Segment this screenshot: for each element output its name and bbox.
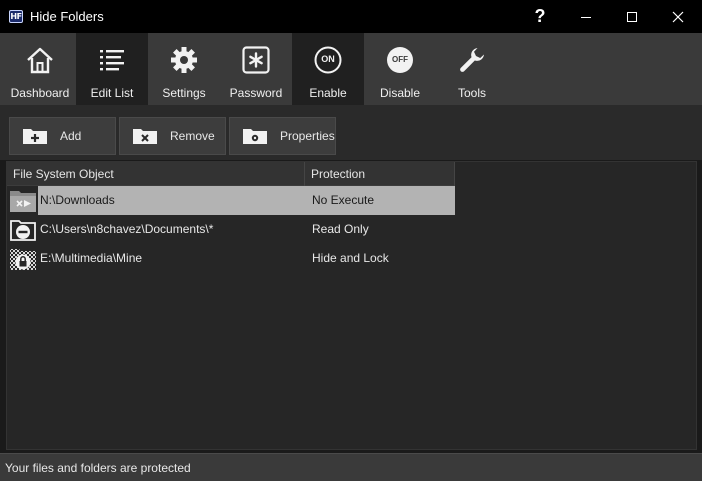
read-only-folder-icon: [10, 220, 36, 241]
minimize-button[interactable]: [563, 0, 609, 33]
hidden-locked-folder-icon: [10, 249, 36, 270]
toolbar-disable-label: Disable: [379, 86, 421, 100]
no-execute-folder-icon: [10, 191, 36, 212]
toolbar-enable-label: Enable: [309, 86, 347, 100]
minimize-icon: [581, 16, 591, 18]
properties-button[interactable]: Properties: [229, 117, 336, 155]
item-path: E:\Multimedia\Mine: [40, 251, 143, 265]
title-bar: HF Hide Folders ?: [0, 0, 702, 33]
toolbar-enable[interactable]: ON Enable: [292, 33, 364, 105]
toolbar-password[interactable]: Password: [220, 33, 292, 105]
item-protection: Hide and Lock: [312, 251, 389, 265]
add-folder-icon: [22, 127, 48, 145]
main-toolbar: Dashboard Edit List Settings Password ON…: [0, 33, 702, 105]
toolbar-password-label: Password: [229, 86, 283, 100]
toolbar-disable[interactable]: OFF Disable: [364, 33, 436, 105]
list-header: File System Object Protection: [7, 162, 455, 186]
status-text: Your files and folders are protected: [5, 461, 191, 475]
close-button[interactable]: [655, 0, 701, 33]
toolbar-edit-list-label: Edit List: [90, 86, 134, 100]
item-path: C:\Users\n8chavez\Documents\*: [40, 222, 214, 236]
close-icon: [672, 11, 684, 22]
maximize-icon: [627, 11, 637, 22]
wrench-icon: [460, 48, 484, 72]
protected-items-list[interactable]: File System Object Protection N:\Downloa…: [6, 161, 697, 450]
toolbar-dashboard-label: Dashboard: [10, 86, 70, 100]
toolbar-settings[interactable]: Settings: [148, 33, 220, 105]
off-icon-text: OFF: [392, 55, 408, 64]
on-icon-text: ON: [321, 54, 335, 64]
add-button-label: Add: [60, 129, 82, 143]
properties-folder-icon: [242, 127, 268, 145]
item-path: N:\Downloads: [40, 193, 115, 207]
toolbar-tools[interactable]: Tools: [436, 33, 508, 105]
column-header-protection[interactable]: Protection: [305, 162, 455, 186]
remove-folder-icon: [132, 127, 158, 145]
list-item[interactable]: N:\Downloads No Execute: [7, 186, 455, 215]
toolbar-dashboard[interactable]: Dashboard: [4, 33, 76, 105]
gear-icon: [171, 47, 197, 73]
column-header-object[interactable]: File System Object: [7, 162, 305, 186]
app-icon: HF: [9, 10, 23, 23]
home-icon: [27, 47, 53, 74]
add-button[interactable]: Add: [9, 117, 116, 155]
toolbar-settings-label: Settings: [162, 86, 206, 100]
status-bar: Your files and folders are protected: [0, 453, 702, 481]
remove-button[interactable]: Remove: [119, 117, 226, 155]
maximize-button[interactable]: [609, 0, 655, 33]
asterisk-box-icon: [242, 46, 270, 74]
toolbar-edit-list[interactable]: Edit List: [76, 33, 148, 105]
toolbar-tools-label: Tools: [457, 86, 486, 100]
list-item[interactable]: E:\Multimedia\Mine Hide and Lock: [7, 244, 455, 273]
list-icon: [100, 50, 124, 71]
item-protection: No Execute: [312, 193, 375, 207]
item-protection: Read Only: [312, 222, 369, 236]
action-bar: Add Remove Properties: [0, 105, 702, 160]
list-item[interactable]: C:\Users\n8chavez\Documents\* Read Only: [7, 215, 455, 244]
remove-button-label: Remove: [170, 129, 215, 143]
window-title: Hide Folders: [30, 9, 104, 24]
properties-button-label: Properties: [280, 129, 335, 143]
help-button[interactable]: ?: [517, 0, 563, 33]
